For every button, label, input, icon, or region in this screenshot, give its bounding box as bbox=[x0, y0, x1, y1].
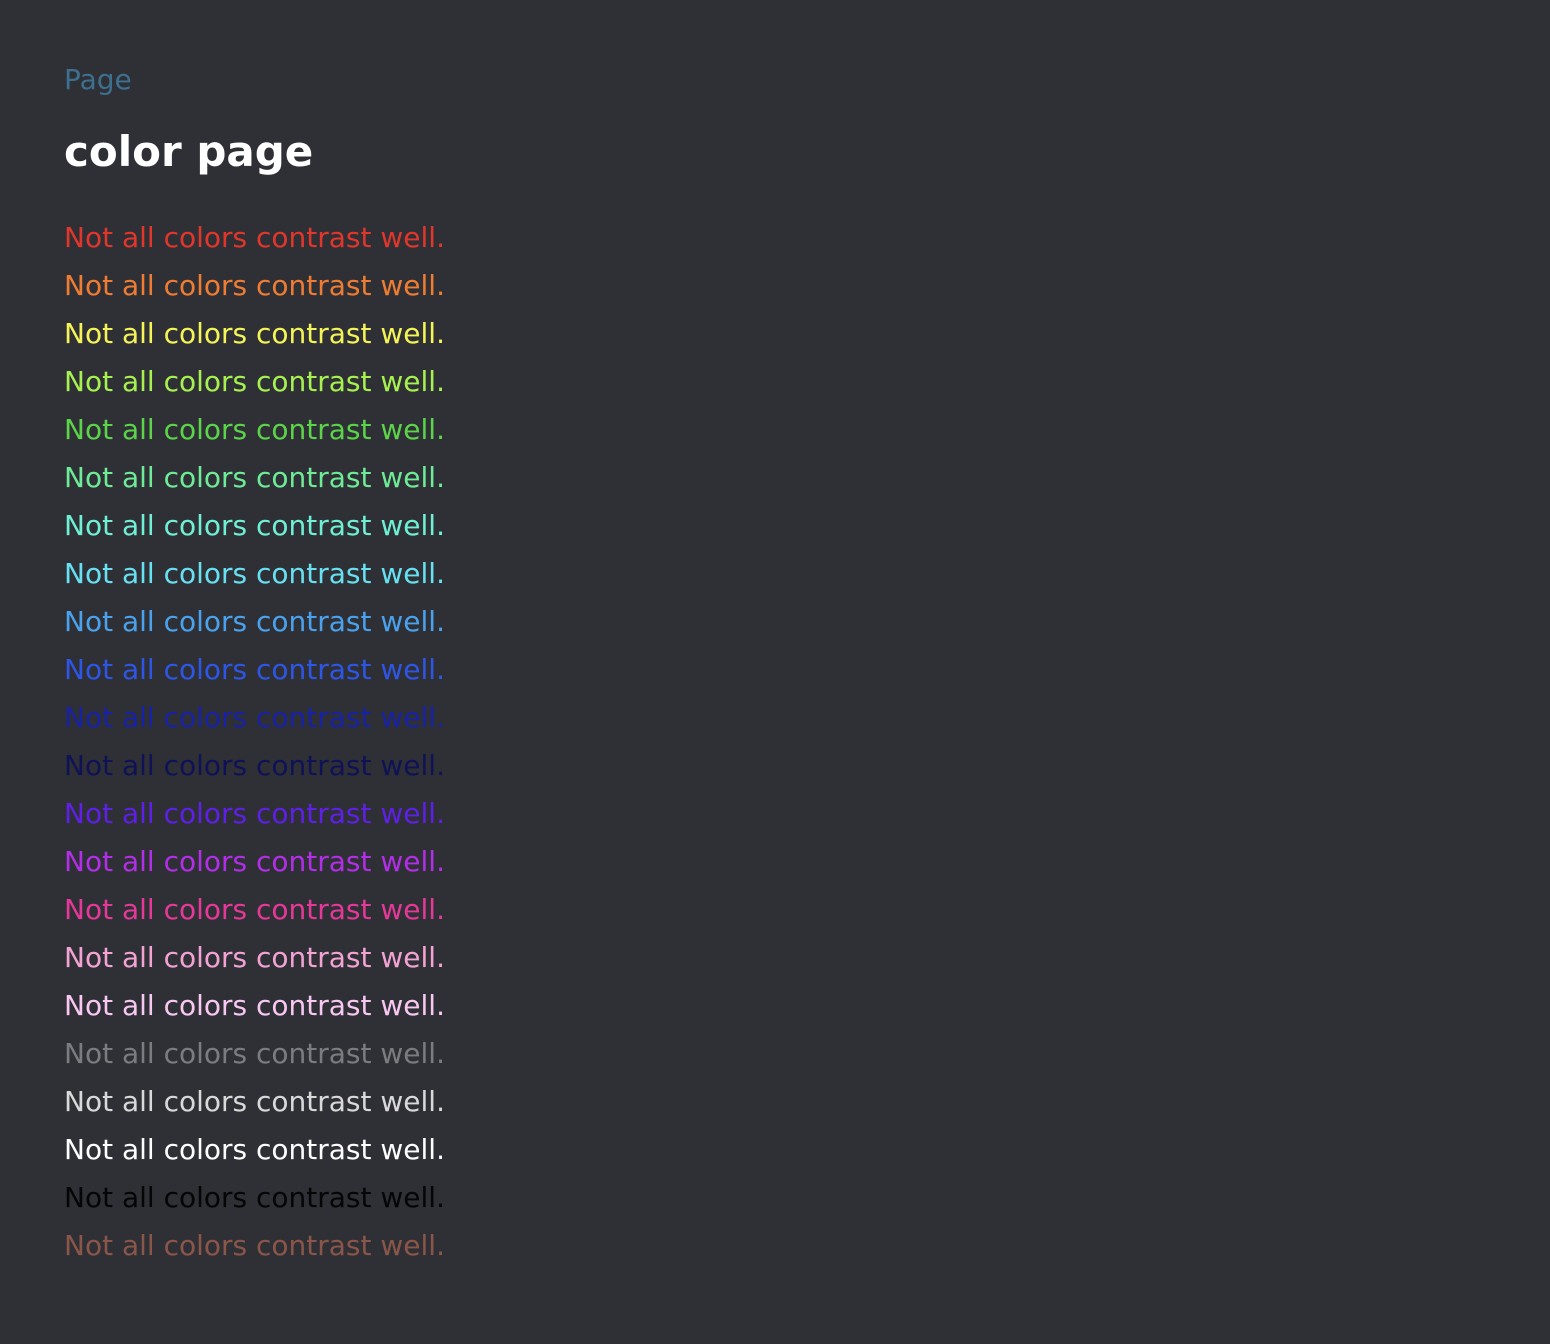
color-sample-line: Not all colors contrast well. bbox=[64, 989, 445, 1022]
color-sample-line: Not all colors contrast well. bbox=[64, 941, 445, 974]
color-sample-list: Not all colors contrast well. Not all co… bbox=[64, 214, 1550, 1270]
color-sample-line: Not all colors contrast well. bbox=[64, 701, 445, 734]
color-sample-line: Not all colors contrast well. bbox=[64, 845, 445, 878]
page: Page color page Not all colors contrast … bbox=[0, 0, 1550, 1344]
color-sample-line: Not all colors contrast well. bbox=[64, 365, 445, 398]
color-sample-line: Not all colors contrast well. bbox=[64, 1229, 445, 1262]
color-sample-line: Not all colors contrast well. bbox=[64, 1085, 445, 1118]
color-sample-line: Not all colors contrast well. bbox=[64, 797, 445, 830]
color-sample-line: Not all colors contrast well. bbox=[64, 1133, 445, 1166]
color-sample-line: Not all colors contrast well. bbox=[64, 893, 445, 926]
color-sample-line: Not all colors contrast well. bbox=[64, 749, 445, 782]
color-sample-line: Not all colors contrast well. bbox=[64, 1037, 445, 1070]
color-sample-line: Not all colors contrast well. bbox=[64, 509, 445, 542]
color-sample-line: Not all colors contrast well. bbox=[64, 269, 445, 302]
color-sample-line: Not all colors contrast well. bbox=[64, 461, 445, 494]
color-sample-line: Not all colors contrast well. bbox=[64, 605, 445, 638]
color-sample-line: Not all colors contrast well. bbox=[64, 317, 445, 350]
color-sample-line: Not all colors contrast well. bbox=[64, 413, 445, 446]
color-sample-line: Not all colors contrast well. bbox=[64, 1181, 445, 1214]
color-sample-line: Not all colors contrast well. bbox=[64, 557, 445, 590]
breadcrumb[interactable]: Page bbox=[64, 58, 1550, 102]
color-sample-line: Not all colors contrast well. bbox=[64, 653, 445, 686]
color-sample-line: Not all colors contrast well. bbox=[64, 221, 445, 254]
page-title: color page bbox=[64, 127, 314, 176]
